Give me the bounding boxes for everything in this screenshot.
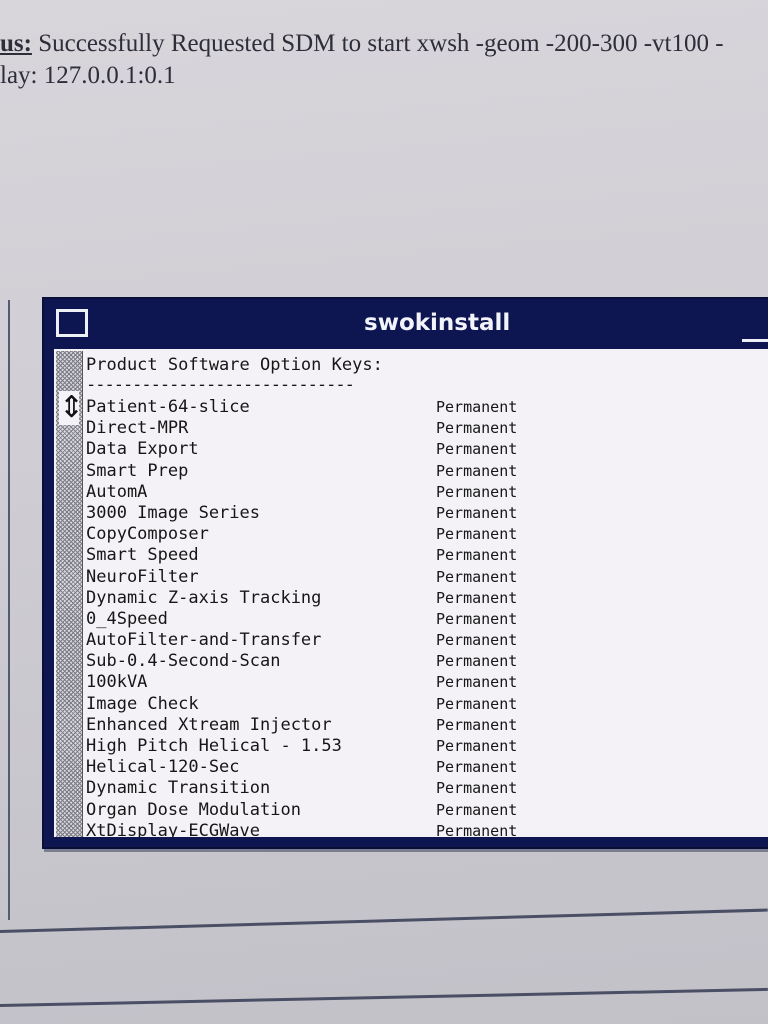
- option-row: Sub-0.4-Second-Scan Permanent: [86, 651, 768, 672]
- option-row: Image Check Permanent: [86, 694, 768, 715]
- option-name: Data Export: [86, 439, 199, 460]
- option-row: Smart Prep Permanent: [86, 461, 768, 482]
- option-name: Smart Speed: [86, 545, 199, 566]
- option-row: 0_4Speed Permanent: [86, 609, 768, 630]
- option-row: CopyComposer Permanent: [86, 524, 768, 545]
- option-row: Dynamic Transition Permanent: [86, 778, 768, 799]
- window-menu-icon[interactable]: [56, 309, 88, 337]
- option-status: Permanent: [436, 525, 518, 544]
- option-status: Permanent: [436, 631, 518, 650]
- option-name: 3000 Image Series: [86, 502, 260, 523]
- vertical-scrollbar[interactable]: ⇕: [56, 351, 84, 837]
- option-row: Patient-64-slice Permanent: [86, 397, 768, 418]
- terminal-client-area[interactable]: ⇕ Product Software Option Keys: --------…: [54, 349, 768, 837]
- status-message: Successfully Requested SDM to start xwsh…: [31, 30, 724, 57]
- option-name: 100kVA: [86, 672, 148, 693]
- heading-divider: -----------------------------: [86, 375, 355, 395]
- option-name: Patient-64-slice: [86, 397, 250, 417]
- option-name: Dynamic Z-axis Tracking: [86, 587, 322, 608]
- option-name: High Pitch Helical - 1.53: [86, 736, 342, 756]
- option-status: Permanent: [436, 419, 518, 438]
- option-name: AutoFilter-and-Transfer: [86, 630, 322, 651]
- option-row: Direct-MPR Permanent: [86, 418, 768, 439]
- option-name: AutomA: [86, 481, 148, 502]
- option-status: Permanent: [436, 673, 518, 692]
- status-line-1: us: Successfully Requested SDM to start …: [0, 30, 724, 58]
- minimize-icon[interactable]: [742, 339, 768, 342]
- option-row: Smart Speed Permanent: [86, 545, 768, 566]
- option-status: Permanent: [436, 461, 518, 480]
- option-status: Permanent: [436, 800, 518, 819]
- screen-bezel-edge: [0, 908, 768, 933]
- option-status: Permanent: [436, 821, 518, 837]
- option-row: Data Export Permanent: [86, 439, 768, 460]
- option-row: 3000 Image Series Permanent: [86, 503, 768, 524]
- option-status: Permanent: [436, 715, 518, 734]
- option-name: CopyComposer: [86, 524, 209, 545]
- option-status: Permanent: [436, 503, 518, 522]
- option-name: 0_4Speed: [86, 608, 168, 629]
- option-status: Permanent: [436, 737, 518, 755]
- option-name: Direct-MPR: [86, 418, 189, 439]
- option-row: XtDisplay-ECGWave Permanent: [86, 821, 768, 837]
- option-status: Permanent: [436, 652, 518, 671]
- option-name: Helical-120-Sec: [86, 757, 240, 778]
- status-label: us:: [0, 30, 32, 57]
- status-area: us: Successfully Requested SDM to start …: [0, 0, 768, 300]
- option-row: NeuroFilter Permanent: [86, 567, 768, 588]
- screen-bezel-edge-lower: [0, 987, 768, 1007]
- option-status: Permanent: [436, 694, 518, 713]
- option-row: High Pitch Helical - 1.53 Permanent: [86, 736, 768, 757]
- option-keys-heading: Product Software Option Keys:: [86, 355, 383, 375]
- window-titlebar[interactable]: swokinstall: [44, 299, 768, 347]
- option-status: Permanent: [436, 546, 518, 565]
- option-list: Patient-64-slice Permanent Direct-MPR Perma…: [86, 397, 768, 837]
- option-name: Smart Prep: [86, 460, 189, 481]
- window-title: swokinstall: [364, 310, 511, 336]
- option-name: NeuroFilter: [86, 566, 199, 587]
- option-row: AutoFilter-and-Transfer Permanent: [86, 630, 768, 651]
- option-row: Enhanced Xtream Injector Permanent: [86, 715, 768, 736]
- scroll-updown-arrow-icon[interactable]: ⇕: [59, 391, 84, 425]
- option-status: Permanent: [436, 398, 518, 416]
- option-row: Organ Dose Modulation Permanent: [86, 800, 768, 821]
- option-name: Organ Dose Modulation: [86, 799, 301, 820]
- option-name: Image Check: [86, 693, 199, 714]
- option-row: Dynamic Z-axis Tracking Permanent: [86, 588, 768, 609]
- option-status: Permanent: [436, 567, 518, 586]
- option-status: Permanent: [436, 779, 518, 798]
- option-status: Permanent: [436, 758, 518, 777]
- option-status: Permanent: [436, 482, 518, 501]
- option-status: Permanent: [436, 588, 518, 607]
- display-line: lay: 127.0.0.1:0.1: [0, 62, 176, 89]
- option-name: Enhanced Xtream Injector: [86, 714, 332, 735]
- background-window-frame: [0, 300, 10, 920]
- terminal-text: Product Software Option Keys: ----------…: [86, 349, 768, 837]
- option-row: AutomA Permanent: [86, 482, 768, 503]
- option-name: Sub-0.4-Second-Scan: [86, 651, 281, 672]
- swokinstall-window: swokinstall ⇕ Product Software Option Ke…: [42, 297, 768, 849]
- option-status: Permanent: [436, 609, 518, 628]
- option-name: XtDisplay-ECGWave: [86, 820, 260, 837]
- option-row: 100kVA Permanent: [86, 672, 768, 693]
- option-row: Helical-120-Sec Permanent: [86, 757, 768, 778]
- option-status: Permanent: [436, 440, 518, 459]
- option-name: Dynamic Transition: [86, 778, 271, 799]
